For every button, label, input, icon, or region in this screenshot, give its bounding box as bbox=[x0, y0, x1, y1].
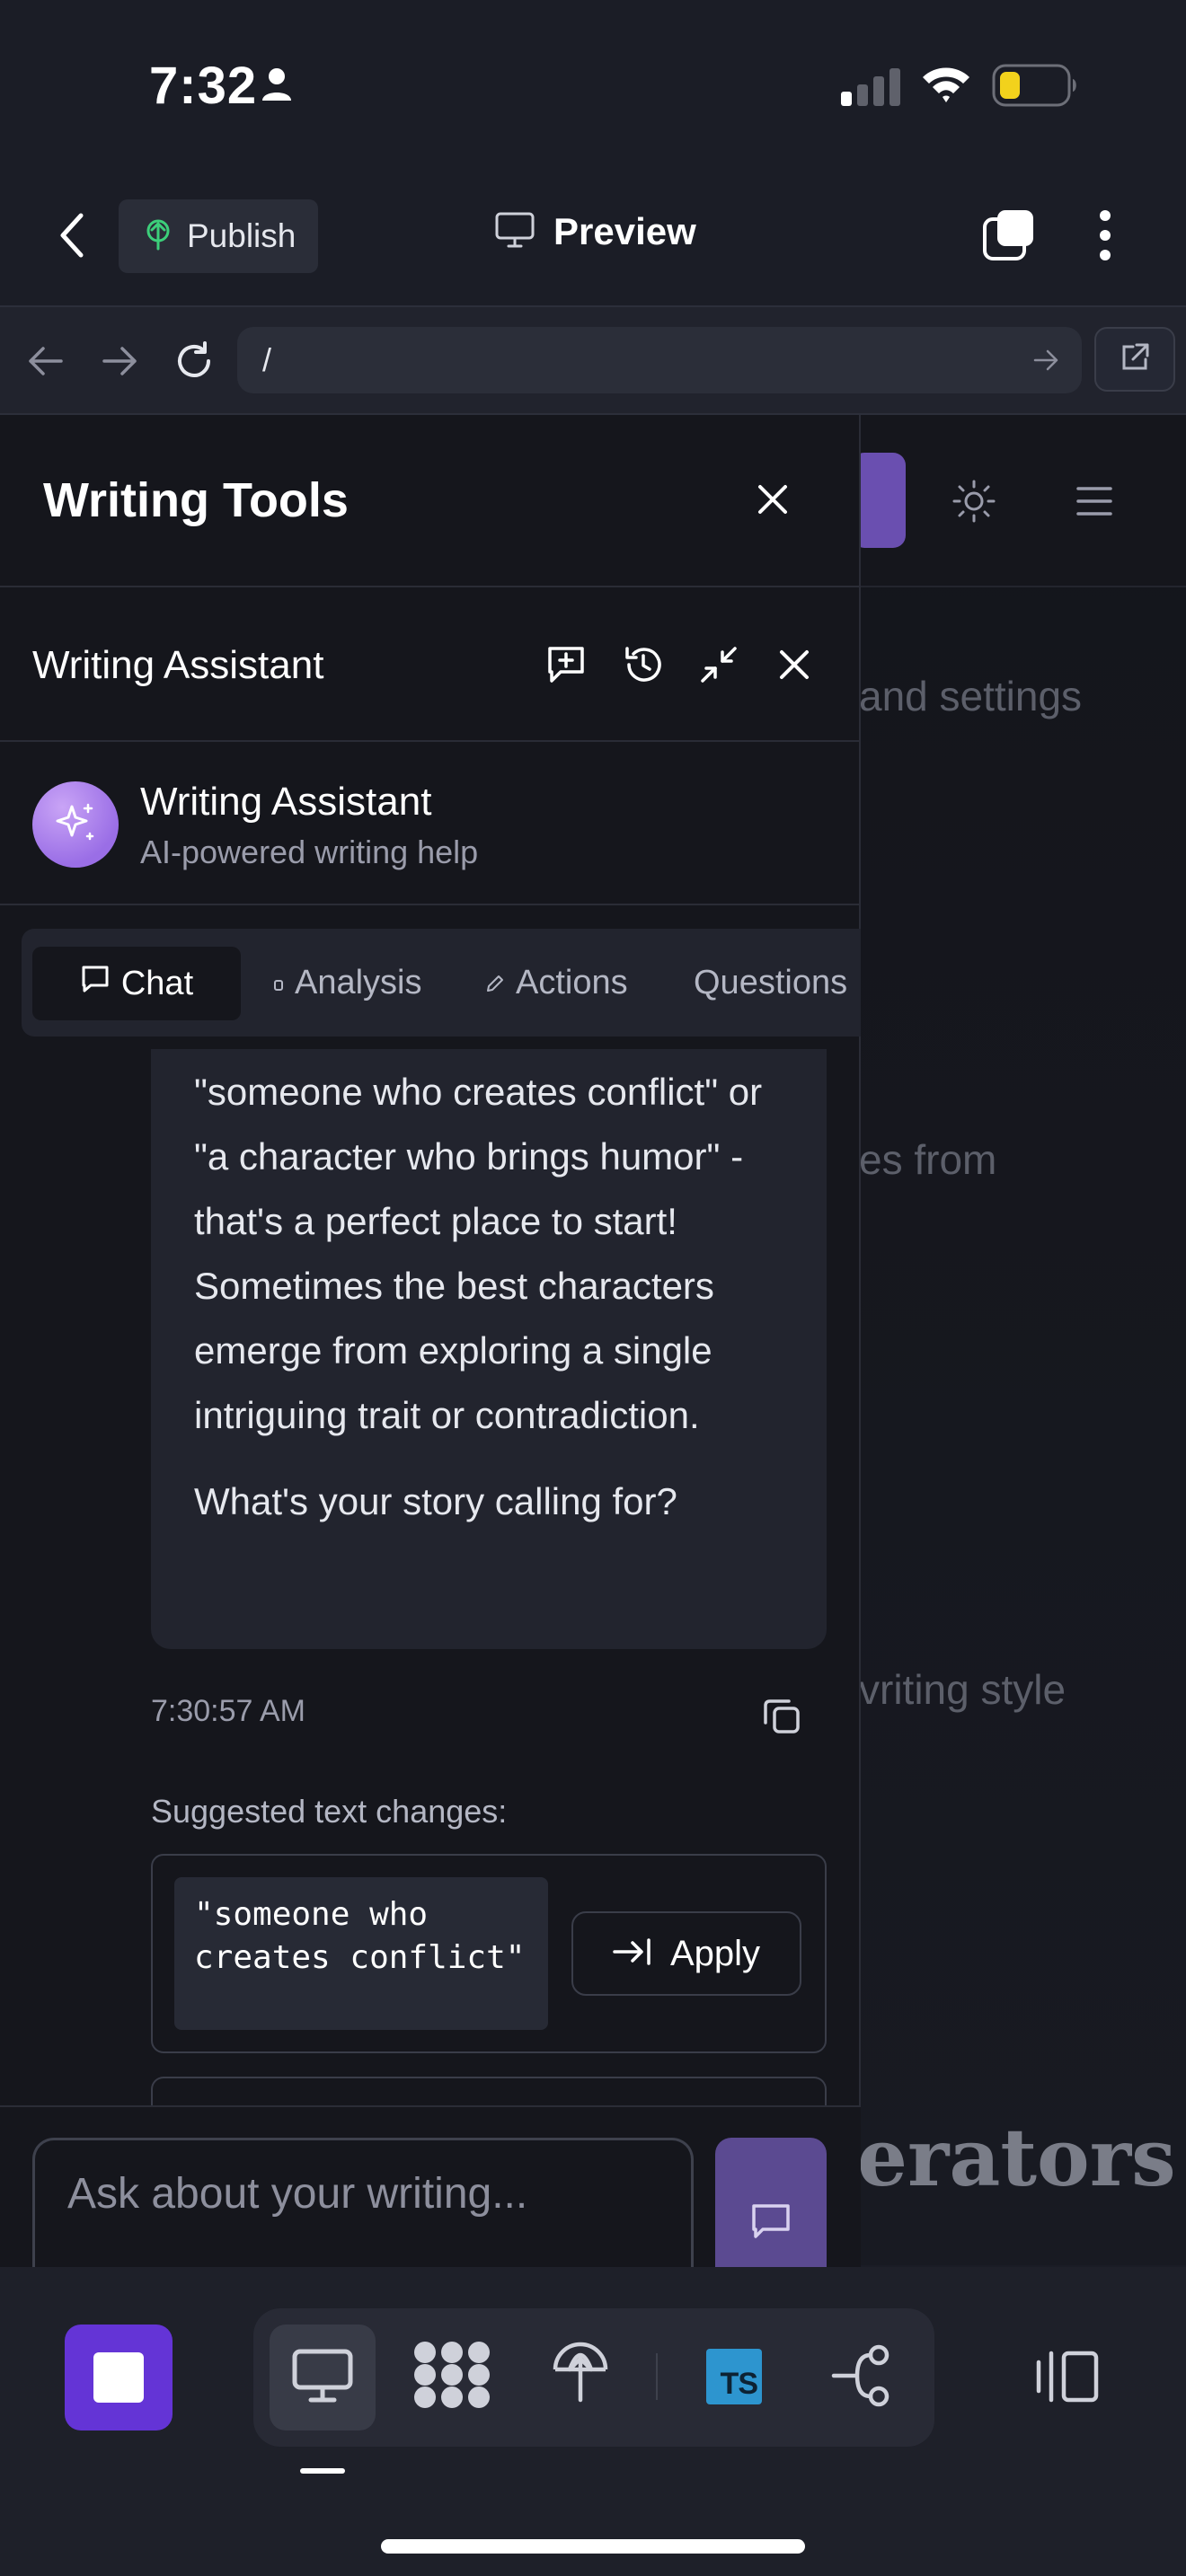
preview-label: Preview bbox=[553, 210, 696, 252]
preview-text-from: es from bbox=[859, 1136, 997, 1183]
history-icon[interactable] bbox=[622, 643, 665, 691]
sun-icon[interactable] bbox=[951, 478, 997, 529]
new-chat-icon[interactable] bbox=[544, 643, 588, 691]
dock-desktop-preview[interactable] bbox=[270, 2325, 376, 2430]
stop-icon bbox=[93, 2352, 144, 2403]
copy-icon[interactable] bbox=[760, 1694, 803, 1742]
typescript-icon[interactable]: TS bbox=[706, 2349, 762, 2404]
tab-chat-label: Chat bbox=[120, 964, 194, 1002]
dock-divider bbox=[656, 2353, 658, 2400]
suggestion-text: "someone who creates conflict" bbox=[174, 1877, 548, 2030]
tab-actions-label: Actions bbox=[516, 963, 628, 1001]
git-branch-icon[interactable] bbox=[830, 2344, 895, 2412]
message-timestamp: 7:30:57 AM bbox=[151, 1694, 306, 1728]
publish-button[interactable]: Publish bbox=[119, 199, 318, 273]
shell-grid-icon[interactable] bbox=[412, 2339, 492, 2415]
more-options-icon[interactable] bbox=[1096, 208, 1114, 267]
message-paragraph: "someone who creates conflict" or "a cha… bbox=[194, 1071, 763, 1436]
monitor-icon bbox=[494, 211, 535, 253]
suggested-changes-label: Suggested text changes: bbox=[151, 1793, 508, 1830]
url-text: / bbox=[262, 341, 272, 378]
preview-heading: erators bbox=[857, 2111, 1176, 2204]
status-time: 7:32 bbox=[149, 57, 258, 115]
battery-icon bbox=[992, 63, 1078, 112]
preview-toggle[interactable]: Preview bbox=[494, 210, 696, 253]
preview-text-settings: and settings bbox=[859, 673, 1083, 719]
back-chevron-icon[interactable] bbox=[56, 212, 88, 263]
cellular-signal-icon bbox=[839, 66, 902, 110]
side-panel-icon[interactable] bbox=[1033, 2350, 1100, 2408]
avatar bbox=[32, 781, 119, 868]
pencil-icon bbox=[485, 964, 505, 1002]
tabs-switcher-icon[interactable] bbox=[981, 208, 1037, 267]
home-indicator[interactable] bbox=[381, 2539, 805, 2554]
person-icon bbox=[261, 66, 293, 107]
assistant-tabs: Chat Analysis Actions Questions bbox=[22, 929, 861, 1037]
url-go-icon[interactable] bbox=[1033, 348, 1060, 376]
writing-tools-title: Writing Tools bbox=[43, 473, 349, 527]
preview-text-style: vriting style bbox=[859, 1666, 1067, 1713]
tab-chat[interactable]: Chat bbox=[32, 947, 241, 1020]
assistant-name: Writing Assistant bbox=[140, 780, 432, 824]
tab-actions[interactable]: Actions bbox=[485, 929, 628, 1037]
dock-active-indicator bbox=[300, 2468, 345, 2474]
analysis-icon bbox=[273, 964, 284, 1002]
preview-page-topbar bbox=[861, 415, 1186, 587]
stop-button[interactable] bbox=[65, 2325, 173, 2430]
minimize-icon[interactable] bbox=[697, 643, 740, 691]
chat-bubble-icon bbox=[80, 964, 111, 1003]
desktop-icon bbox=[291, 2348, 354, 2408]
assistant-subtitle: AI-powered writing help bbox=[140, 834, 479, 870]
assistant-toolbar-title: Writing Assistant bbox=[32, 643, 324, 687]
send-message-icon bbox=[750, 2202, 792, 2245]
chat-input[interactable]: Ask about your writing... bbox=[32, 2138, 694, 2272]
open-external-button[interactable] bbox=[1094, 327, 1175, 392]
sparkles-icon bbox=[52, 799, 99, 851]
tab-questions[interactable]: Questions bbox=[694, 929, 847, 1037]
tab-questions-label: Questions bbox=[694, 963, 848, 1001]
apply-arrow-icon bbox=[613, 1936, 652, 1972]
assistant-close-icon[interactable] bbox=[774, 645, 814, 689]
send-button[interactable] bbox=[715, 2138, 827, 2272]
publish-label: Publish bbox=[187, 217, 296, 254]
hamburger-menu-icon[interactable] bbox=[1075, 485, 1114, 522]
tab-analysis-label: Analysis bbox=[295, 963, 422, 1001]
reload-icon[interactable] bbox=[173, 340, 216, 387]
url-field[interactable] bbox=[237, 327, 1082, 393]
browser-forward-icon[interactable] bbox=[101, 343, 140, 384]
apply-button[interactable]: Apply bbox=[571, 1911, 801, 1996]
tab-analysis[interactable]: Analysis bbox=[273, 929, 422, 1037]
message-paragraph: What's your story calling for? bbox=[194, 1480, 677, 1522]
browser-back-icon[interactable] bbox=[25, 343, 65, 384]
assistant-profile bbox=[0, 744, 861, 905]
deploy-icon[interactable] bbox=[548, 2335, 613, 2408]
external-link-icon bbox=[1119, 341, 1151, 378]
panel-close-icon[interactable] bbox=[753, 480, 792, 524]
wifi-icon bbox=[921, 65, 971, 109]
assistant-message-text: "someone who creates conflict" or "a cha… bbox=[194, 1060, 805, 1534]
publish-icon bbox=[142, 218, 174, 255]
apply-label: Apply bbox=[669, 1933, 761, 1973]
